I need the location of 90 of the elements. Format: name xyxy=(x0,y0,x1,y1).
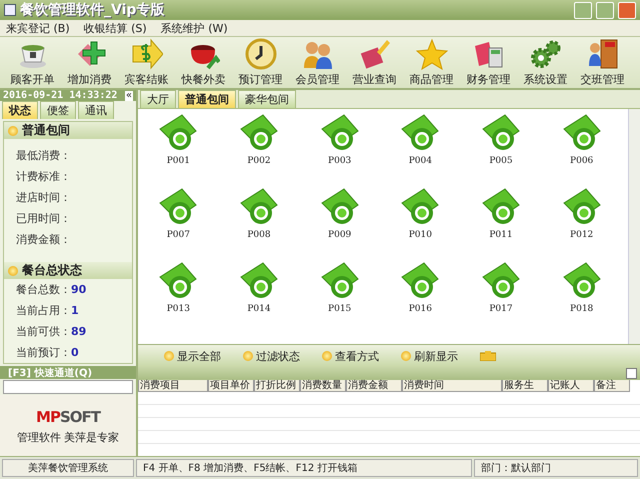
bullet-icon xyxy=(164,351,174,361)
room-tile[interactable]: P016 xyxy=(380,261,461,335)
room-tile[interactable]: P013 xyxy=(138,261,219,335)
room-tab[interactable]: 普通包间 xyxy=(178,90,236,108)
room-tile[interactable]: P015 xyxy=(299,261,380,335)
minimize-button[interactable] xyxy=(574,2,592,18)
datetime-text: 2016-09-21 14:33:22 xyxy=(3,90,118,101)
action-button[interactable]: 查看方式 xyxy=(322,348,379,364)
status-cell: 部门：默认部门 xyxy=(474,459,638,477)
room-tile[interactable]: P010 xyxy=(380,187,461,261)
room-tile[interactable]: P009 xyxy=(299,187,380,261)
room-tile[interactable]: P004 xyxy=(380,113,461,187)
scrollbar[interactable] xyxy=(628,109,640,344)
room-tile[interactable]: P017 xyxy=(460,261,542,335)
room-tile[interactable]: P002 xyxy=(218,113,300,187)
toolbar-button[interactable]: 营业查询 xyxy=(346,37,403,88)
column-header[interactable]: 备注 xyxy=(594,380,630,392)
menu-item[interactable]: 来宾登记 (B) xyxy=(6,20,70,36)
action-button[interactable]: 刷新显示 xyxy=(401,348,458,364)
status-field: 当前预订：0 xyxy=(4,342,132,363)
action-button[interactable]: 过滤状态 xyxy=(243,348,300,364)
toolbar-button[interactable]: 交班管理 xyxy=(574,37,631,88)
room-tab[interactable]: 大厅 xyxy=(140,90,176,108)
sidebar-tab[interactable]: 便签 xyxy=(40,101,76,119)
bullet-icon xyxy=(243,351,253,361)
menu-item[interactable]: 收银结算 (S) xyxy=(84,20,147,36)
toolbar-button[interactable]: 系统设置 xyxy=(517,37,574,88)
maximize-button[interactable] xyxy=(596,2,614,18)
column-header[interactable]: 打折比例 xyxy=(254,380,300,392)
status-cell: 美萍餐饮管理系统 xyxy=(2,459,134,477)
collapse-button[interactable]: « xyxy=(124,90,133,100)
bullet-icon xyxy=(401,351,411,361)
quick-channel-field[interactable] xyxy=(3,380,133,394)
room-tile[interactable]: P018 xyxy=(541,261,622,335)
close-button[interactable] xyxy=(618,2,636,18)
window-title: 餐饮管理软件_Vip专版 xyxy=(20,1,166,19)
bullet-icon xyxy=(8,126,18,136)
status-cell: F4 开单、F8 增加消费、F5结帐、F12 打开钱箱 xyxy=(136,459,472,477)
logo: MPSOFT xyxy=(36,408,100,426)
system-menu-icon[interactable] xyxy=(4,4,16,16)
toolbar-button[interactable]: 增加消费 xyxy=(61,37,118,88)
column-header[interactable]: 项目单价 xyxy=(208,380,254,392)
bullet-icon xyxy=(322,351,332,361)
room-tile[interactable]: P011 xyxy=(460,187,542,261)
room-tile[interactable]: P001 xyxy=(138,113,219,187)
slogan-text: 管理软件 美萍是专家 xyxy=(16,430,120,444)
status-field: 当前占用：1 xyxy=(4,300,132,321)
sidebar-tab[interactable]: 通讯 xyxy=(78,101,114,119)
room-tile[interactable]: P014 xyxy=(218,261,300,335)
column-header[interactable]: 消费时间 xyxy=(402,380,502,392)
toolbar-button[interactable]: 预订管理 xyxy=(232,37,289,88)
toolbar-button[interactable]: 商品管理 xyxy=(403,37,460,88)
column-header[interactable]: 消费数量 xyxy=(300,380,346,392)
star-icon xyxy=(416,38,448,70)
sidebar-tab[interactable]: 状态 xyxy=(2,101,38,119)
field-label: 计费标准： xyxy=(15,169,72,185)
field-label: 已用时间： xyxy=(15,211,72,227)
toolbar-button[interactable]: 快餐外卖 xyxy=(175,37,232,88)
toolbar-button[interactable]: 宾客结账 xyxy=(118,37,175,88)
room-tile[interactable]: P007 xyxy=(138,187,219,261)
room-tile[interactable]: P006 xyxy=(541,113,622,187)
room-tile[interactable]: P012 xyxy=(541,187,622,261)
room-tile[interactable]: P008 xyxy=(218,187,300,261)
quick-channel-title: [F3] 快速通道(Q) xyxy=(0,366,136,379)
field-label: 消费金额： xyxy=(15,232,72,248)
room-tile[interactable]: P003 xyxy=(299,113,380,187)
toolbar-button[interactable]: 会员管理 xyxy=(289,37,346,88)
menu-item[interactable]: 系统维护 (W) xyxy=(160,20,228,36)
status-field: 当前可供：89 xyxy=(4,321,132,342)
brush-icon xyxy=(358,38,390,70)
column-header[interactable]: 消费金额 xyxy=(346,380,402,392)
section-title: 普通包间 xyxy=(22,122,70,139)
exit-door-icon xyxy=(586,38,618,70)
section-title: 餐台总状态 xyxy=(22,262,82,279)
column-header[interactable]: 消费项目 xyxy=(138,380,208,392)
toolbar-button[interactable]: 财务管理 xyxy=(460,37,517,88)
column-header[interactable]: 记账人 xyxy=(548,380,594,392)
folder-icon[interactable] xyxy=(480,351,496,361)
clock-icon xyxy=(244,38,276,70)
column-header[interactable]: 服务生 xyxy=(502,380,548,392)
dollar-arrow-icon xyxy=(130,38,162,70)
status-field: 餐台总数：90 xyxy=(4,279,132,300)
toolbar-button[interactable]: 顾客开单 xyxy=(4,37,61,88)
room-tab[interactable]: 豪华包间 xyxy=(238,90,296,108)
bullet-icon xyxy=(8,266,18,276)
gear-icon xyxy=(530,38,562,70)
field-label: 进店时间： xyxy=(15,190,72,206)
room-tile[interactable]: P005 xyxy=(460,113,542,187)
action-button[interactable]: 显示全部 xyxy=(164,348,221,364)
field-label: 最低消费： xyxy=(15,148,72,164)
